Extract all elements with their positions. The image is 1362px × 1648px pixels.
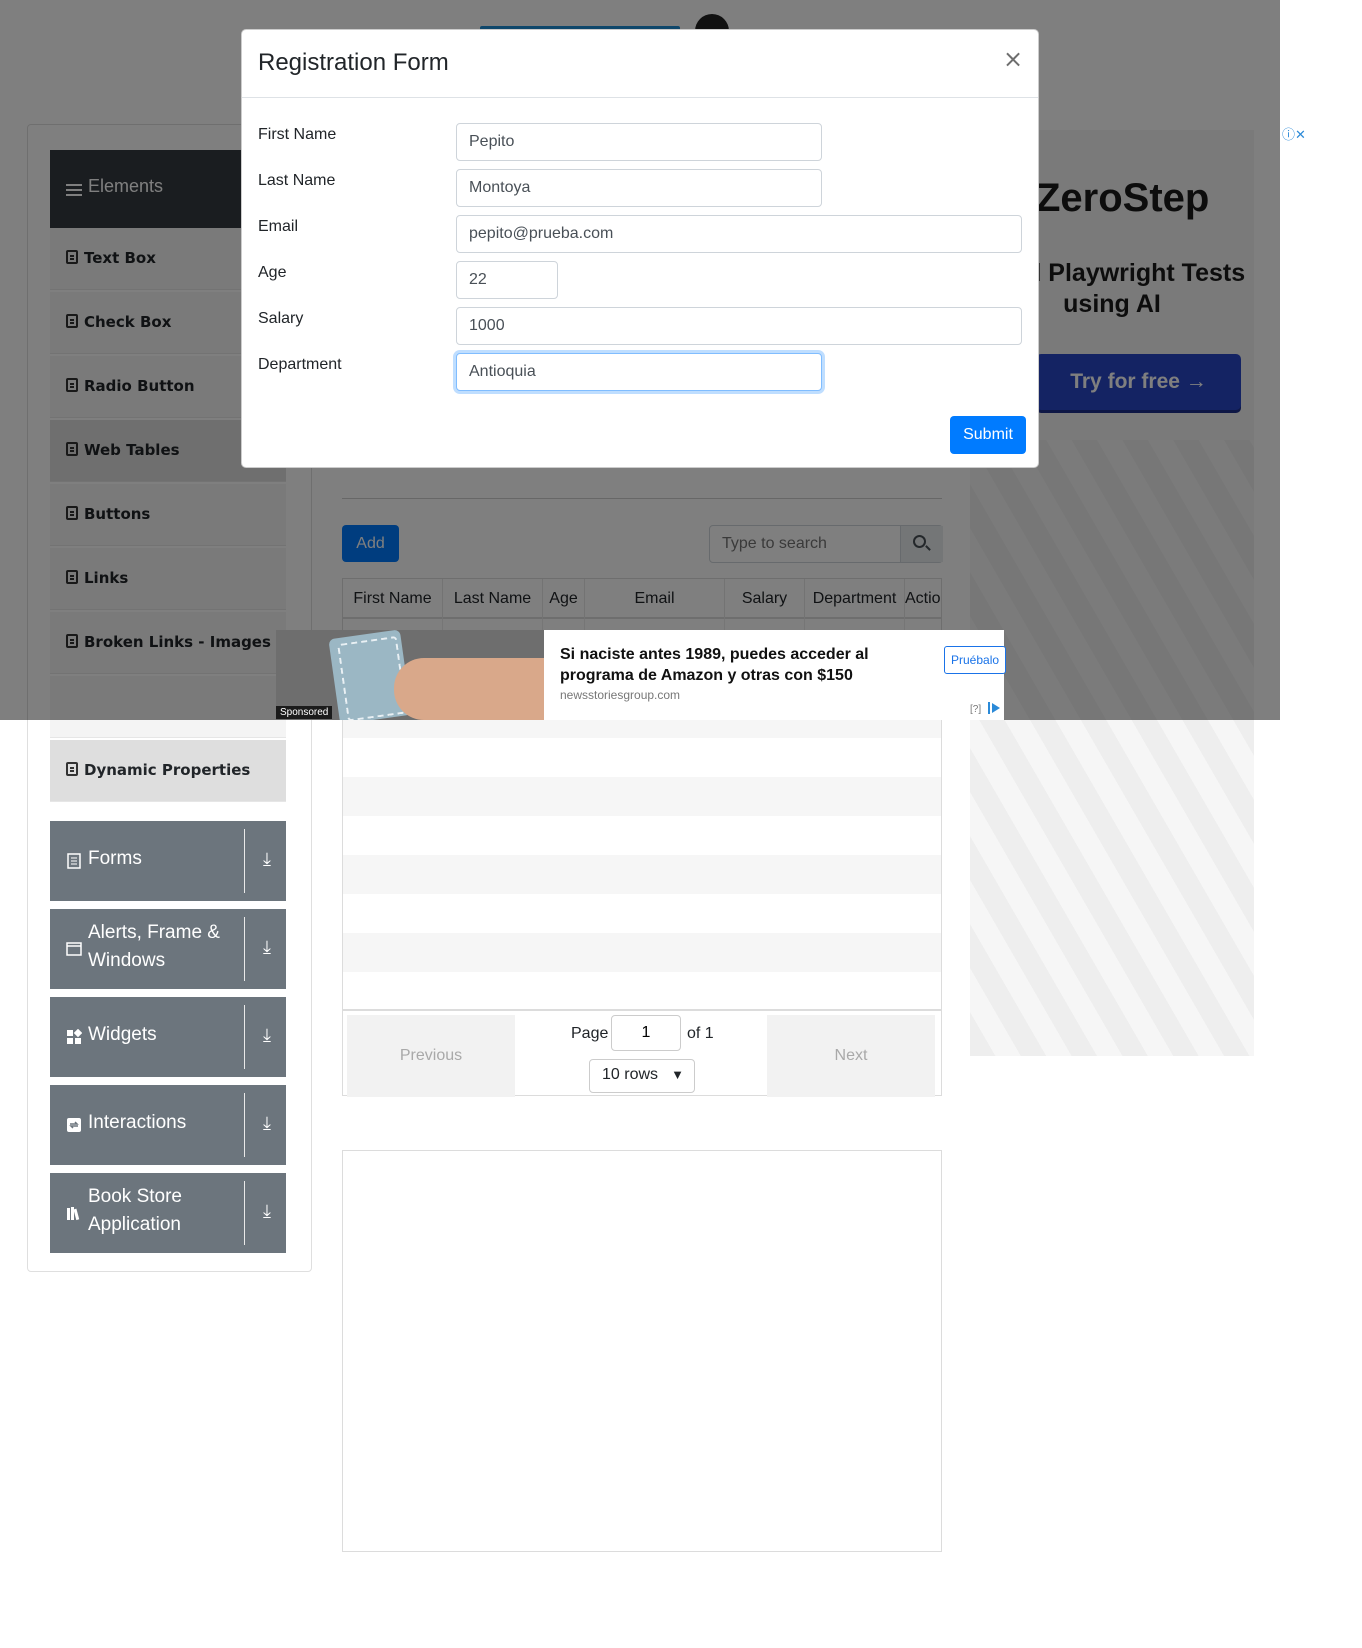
rows-per-page-select[interactable]: 10 rows ▼ (589, 1059, 695, 1093)
pagination: Previous Page of 1 10 rows ▼ Next (342, 1010, 942, 1097)
salary-label: Salary (258, 310, 304, 327)
table-row (343, 738, 941, 777)
next-button[interactable]: Next (767, 1015, 935, 1097)
widgets-icon (67, 1029, 82, 1044)
group-book-store[interactable]: Book Store Application ⤓ (50, 1173, 286, 1253)
form-icon (67, 853, 81, 869)
divider (244, 1093, 245, 1157)
sponsored-label: Sponsored (276, 706, 333, 719)
rows-per-page-value: 10 rows (602, 1066, 659, 1083)
age-label: Age (258, 264, 287, 281)
page-number-input[interactable] (611, 1015, 681, 1051)
ad-source: newsstoriesgroup.com (560, 688, 681, 702)
table-row (343, 816, 941, 855)
modal-header: Registration Form × (242, 30, 1038, 98)
table-row (343, 894, 941, 933)
table-row (343, 972, 941, 1009)
group-interactions[interactable]: Interactions ⤓ (50, 1085, 286, 1165)
table-row (343, 777, 941, 816)
email-label: Email (258, 218, 299, 235)
ad-choices-icon[interactable] (988, 702, 1000, 714)
last-name-input[interactable] (456, 169, 822, 207)
window-icon (66, 942, 82, 956)
interactions-icon (67, 1118, 81, 1132)
department-label: Department (258, 356, 342, 373)
chevron-down-icon: ▼ (671, 1067, 684, 1082)
ad-cta-button[interactable]: Pruébalo (944, 646, 1007, 674)
divider (244, 1181, 245, 1245)
group-label: Alerts, Frame & Windows (88, 922, 220, 971)
ad-headline[interactable]: Si naciste antes 1989, puedes acceder al… (560, 644, 900, 686)
ad-info[interactable]: [?] (970, 704, 981, 715)
modal-title: Registration Form (258, 49, 449, 76)
group-label: Forms (88, 848, 142, 869)
group-label: Book Store Application (88, 1186, 182, 1235)
ad-placeholder (342, 1150, 942, 1552)
department-input[interactable] (456, 353, 822, 391)
group-forms[interactable]: Forms ⤓ (50, 821, 286, 901)
table-row (343, 933, 941, 972)
group-alerts-frame-windows[interactable]: Alerts, Frame & Windows ⤓ (50, 909, 286, 989)
bottom-ad-banner[interactable]: Sponsored Si naciste antes 1989, puedes … (276, 630, 1007, 720)
sidebar-item-label: Dynamic Properties (84, 761, 251, 779)
previous-button[interactable]: Previous (347, 1015, 515, 1097)
salary-input[interactable] (456, 307, 1022, 345)
expand-icon[interactable]: ⤓ (258, 849, 276, 871)
books-icon (67, 1207, 80, 1221)
first-name-label: First Name (258, 126, 337, 143)
group-label: Interactions (88, 1112, 187, 1133)
close-button[interactable]: × (1000, 46, 1026, 72)
group-label: Widgets (88, 1024, 157, 1045)
divider (244, 1005, 245, 1069)
group-widgets[interactable]: Widgets ⤓ (50, 997, 286, 1077)
age-input[interactable] (456, 261, 558, 299)
page-total: of 1 (687, 1025, 714, 1042)
expand-icon[interactable]: ⤓ (258, 1025, 276, 1047)
first-name-input[interactable] (456, 123, 822, 161)
email-input[interactable] (456, 215, 1022, 253)
expand-icon[interactable]: ⤓ (258, 1201, 276, 1223)
table-row (343, 855, 941, 894)
ad-choices-icon[interactable]: ⓘ✕ (1282, 124, 1312, 143)
divider (244, 829, 245, 893)
expand-icon[interactable]: ⤓ (258, 937, 276, 959)
sidebar-item-dynamic-properties[interactable]: Dynamic Properties (50, 740, 286, 802)
divider (244, 917, 245, 981)
submit-button[interactable]: Submit (950, 416, 1026, 454)
ad-image: Sponsored (276, 630, 544, 720)
page-label: Page (571, 1025, 609, 1042)
expand-icon[interactable]: ⤓ (258, 1113, 276, 1135)
registration-modal: Registration Form × First Name Last Name… (241, 29, 1039, 468)
html5-icon (66, 762, 78, 776)
last-name-label: Last Name (258, 172, 336, 189)
